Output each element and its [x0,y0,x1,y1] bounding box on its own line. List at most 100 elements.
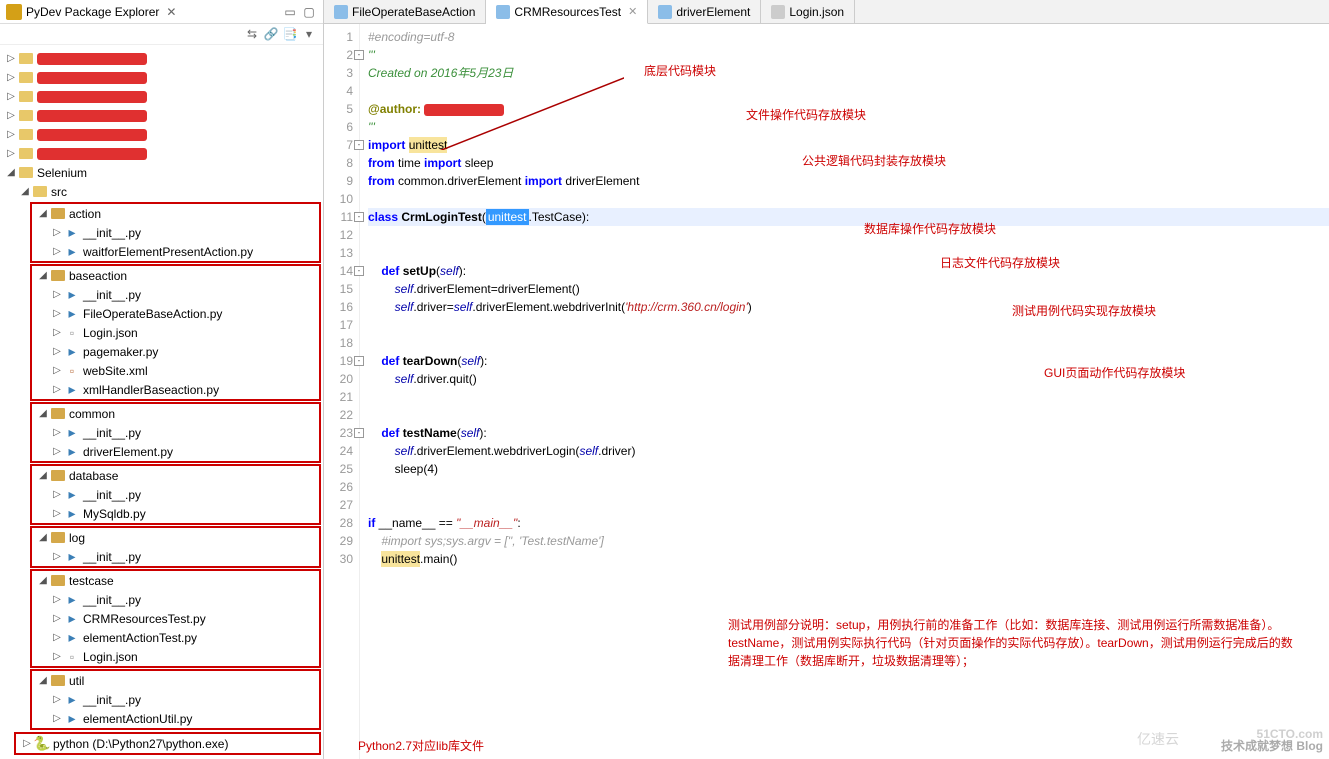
tree-row[interactable]: ▷▸__init__.py [32,223,319,242]
twistie-icon[interactable]: ▷ [50,508,64,519]
twistie-icon[interactable]: ▷ [20,738,34,749]
close-icon[interactable]: ✕ [628,5,637,18]
code-line-10[interactable] [368,190,1329,208]
min-icon[interactable]: ▭ [282,4,298,20]
twistie-icon[interactable]: ▷ [4,72,18,83]
twistie-icon[interactable]: ▷ [50,227,64,238]
tab-FileOperateBaseAction[interactable]: FileOperateBaseAction [324,0,486,23]
tree-row[interactable]: ▷▸__init__.py [32,423,319,442]
twistie-icon[interactable]: ▷ [50,594,64,605]
code-line-6[interactable]: ''' [368,118,1329,136]
twistie-icon[interactable]: ▷ [50,246,64,257]
code-line-13[interactable] [368,244,1329,262]
tree-row[interactable]: ▷ [0,87,323,106]
code-line-20[interactable]: self.driver.quit() [368,370,1329,388]
twistie-icon[interactable]: ▷ [50,694,64,705]
twistie-icon[interactable]: ◢ [36,675,50,686]
twistie-icon[interactable]: ◢ [36,575,50,586]
code-line-27[interactable] [368,496,1329,514]
code-line-12[interactable] [368,226,1329,244]
tree-row[interactable]: ▷▸__init__.py [32,547,319,566]
twistie-icon[interactable]: ◢ [36,208,50,219]
fold-icon[interactable]: - [354,428,364,438]
tree-row[interactable]: ▷▫Login.json [32,647,319,666]
tab-Login.json[interactable]: Login.json [761,0,855,23]
tab-driverElement[interactable]: driverElement [648,0,761,23]
collapse-icon[interactable]: ⇆ [244,26,260,42]
tree-row[interactable]: ▷▸CRMResourcesTest.py [32,609,319,628]
twistie-icon[interactable]: ▷ [50,446,64,457]
tree-row[interactable]: ◢src [0,182,323,201]
tree-row[interactable]: ▷▸waitforElementPresentAction.py [32,242,319,261]
twistie-icon[interactable]: ◢ [36,408,50,419]
twistie-icon[interactable]: ▷ [50,365,64,376]
code-line-2[interactable]: -''' [368,46,1329,64]
tree-row[interactable]: ▷▸MySqldb.py [32,504,319,523]
code-line-9[interactable]: from common.driverElement import driverE… [368,172,1329,190]
tree-row[interactable]: ▷▸elementActionUtil.py [32,709,319,728]
tree-row[interactable]: ▷▸__init__.py [32,590,319,609]
code-line-14[interactable]: - def setUp(self): [368,262,1329,280]
fold-icon[interactable]: - [354,356,364,366]
twistie-icon[interactable]: ▷ [4,53,18,64]
code-line-26[interactable] [368,478,1329,496]
tree-row[interactable]: ◢testcase [32,571,319,590]
code-line-4[interactable] [368,82,1329,100]
bookmark-icon[interactable]: 📑 [282,26,298,42]
code-line-28[interactable]: if __name__ == "__main__": [368,514,1329,532]
twistie-icon[interactable]: ▷ [50,551,64,562]
twistie-icon[interactable]: ▷ [50,489,64,500]
fold-icon[interactable]: - [354,140,364,150]
tree-row[interactable]: ▷▸__init__.py [32,690,319,709]
tree-row[interactable]: ◢baseaction [32,266,319,285]
tree-row[interactable]: ◢database [32,466,319,485]
twistie-icon[interactable]: ▷ [4,91,18,102]
code-line-1[interactable]: #encoding=utf-8 [368,28,1329,46]
tree-row[interactable]: ▷ [0,68,323,87]
code-editor[interactable]: 1234567891011121314151617181920212223242… [324,24,1329,759]
code-line-18[interactable] [368,334,1329,352]
tree-row[interactable]: ▷▫Login.json [32,323,319,342]
tree-row[interactable]: ◢log [32,528,319,547]
twistie-icon[interactable]: ▷ [50,327,64,338]
code-line-29[interactable]: #import sys;sys.argv = ['', 'Test.testNa… [368,532,1329,550]
twistie-icon[interactable]: ▷ [4,129,18,140]
fold-icon[interactable]: - [354,50,364,60]
link-icon[interactable]: 🔗 [263,26,279,42]
code-line-8[interactable]: from time import sleep [368,154,1329,172]
menu-icon[interactable]: ▾ [301,26,317,42]
twistie-icon[interactable]: ▷ [50,427,64,438]
code-line-11[interactable]: -class CrmLoginTest(unittest.TestCase): [368,208,1329,226]
code-line-3[interactable]: Created on 2016年5月23日 [368,64,1329,82]
tree-row[interactable]: ▷▫webSite.xml [32,361,319,380]
twistie-icon[interactable]: ◢ [36,270,50,281]
close-icon[interactable]: ✕ [163,4,179,20]
code-line-5[interactable]: @author: [368,100,1329,118]
twistie-icon[interactable]: ◢ [4,167,18,178]
twistie-icon[interactable]: ▷ [50,346,64,357]
code-line-23[interactable]: - def testName(self): [368,424,1329,442]
twistie-icon[interactable]: ◢ [18,186,32,197]
code-line-17[interactable] [368,316,1329,334]
twistie-icon[interactable]: ▷ [4,148,18,159]
twistie-icon[interactable]: ▷ [50,651,64,662]
twistie-icon[interactable]: ▷ [4,110,18,121]
tree-row[interactable]: ▷🐍python (D:\Python27\python.exe) [16,734,319,753]
twistie-icon[interactable]: ▷ [50,713,64,724]
twistie-icon[interactable]: ▷ [50,289,64,300]
tree-row[interactable]: ▷ [0,125,323,144]
tree-row[interactable]: ◢util [32,671,319,690]
tree-row[interactable]: ▷▸xmlHandlerBaseaction.py [32,380,319,399]
code-line-7[interactable]: -import unittest [368,136,1329,154]
tree-row[interactable]: ▷▸FileOperateBaseAction.py [32,304,319,323]
code-line-22[interactable] [368,406,1329,424]
tree-row[interactable]: ▷▸pagemaker.py [32,342,319,361]
tree-row[interactable]: ▷ [0,49,323,68]
fold-icon[interactable]: - [354,266,364,276]
code-line-16[interactable]: self.driver=self.driverElement.webdriver… [368,298,1329,316]
tree-row[interactable]: ◢action [32,204,319,223]
package-tree[interactable]: ▷▷▷▷▷▷◢Selenium◢src◢action▷▸__init__.py▷… [0,45,323,759]
tree-row[interactable]: ▷ [0,106,323,125]
twistie-icon[interactable]: ▷ [50,632,64,643]
code-line-15[interactable]: self.driverElement=driverElement() [368,280,1329,298]
